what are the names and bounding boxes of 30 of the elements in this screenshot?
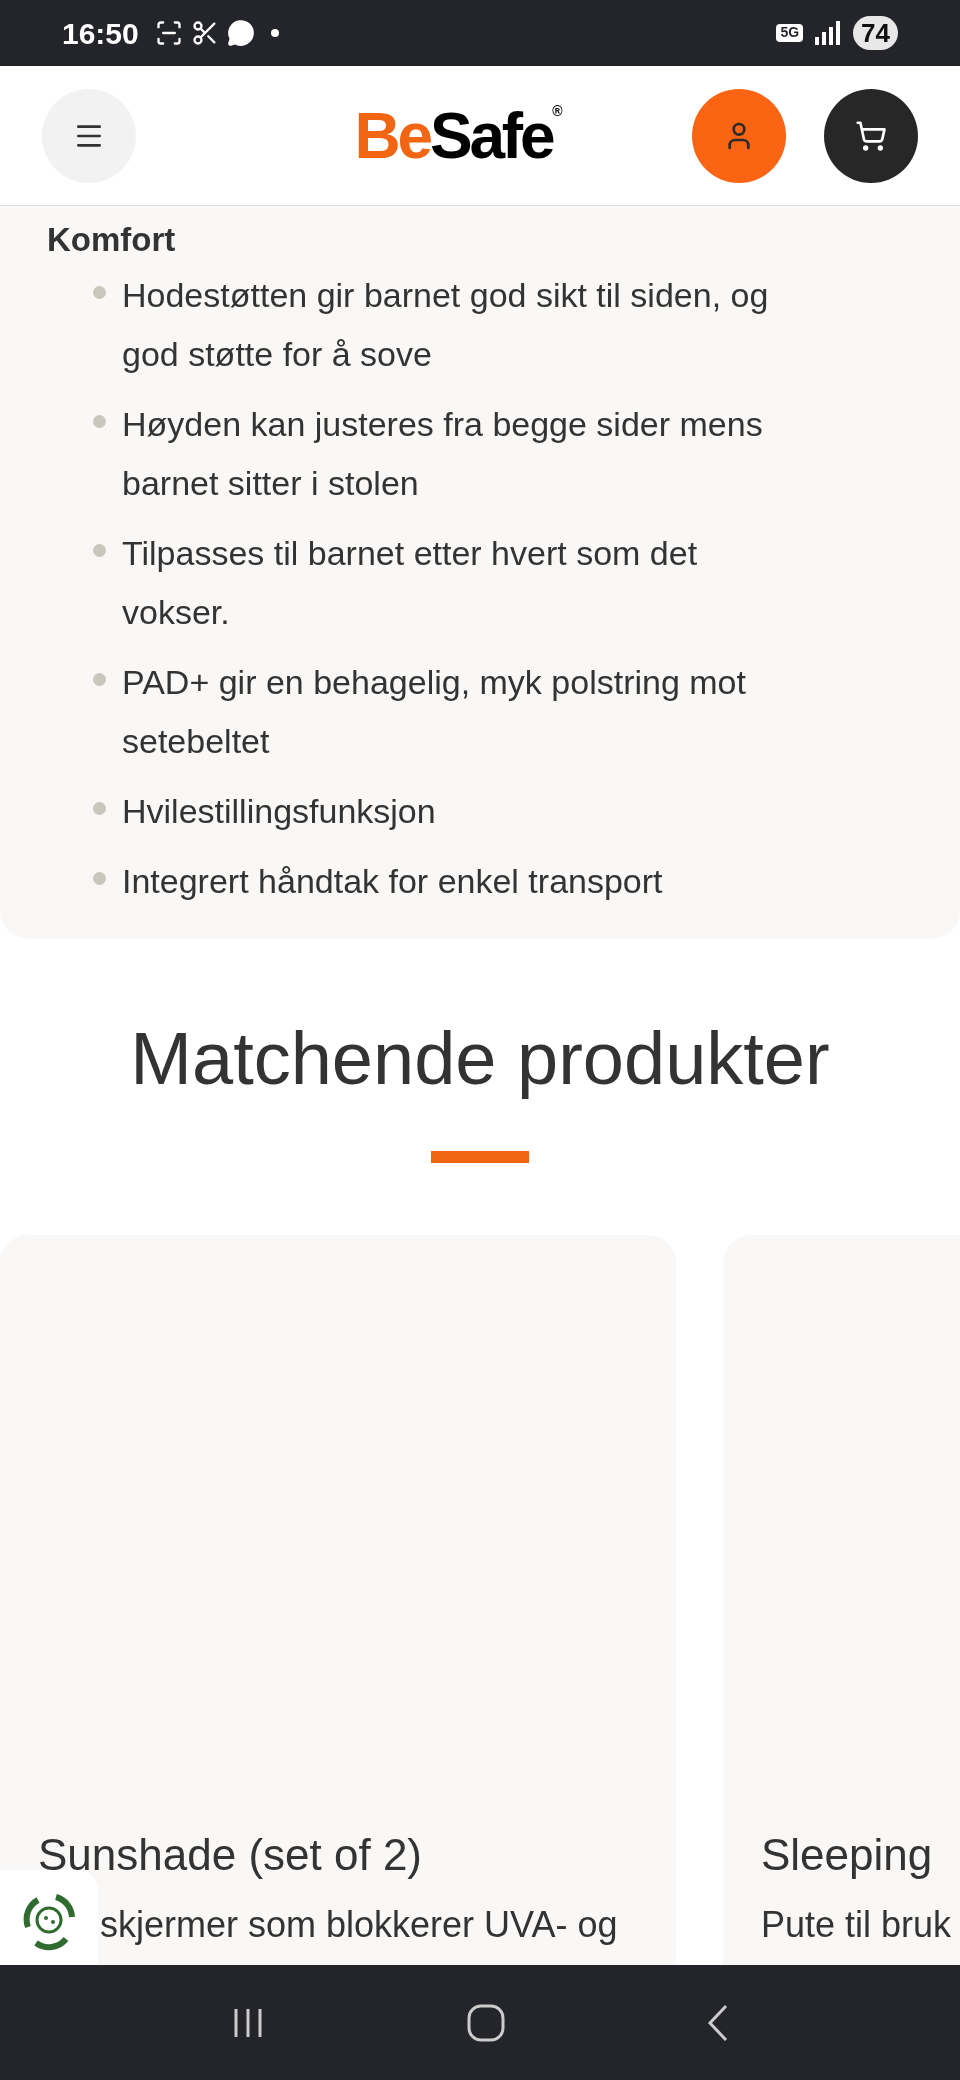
- feature-title: Komfort: [47, 220, 177, 260]
- chat-icon: [226, 19, 255, 47]
- bullet-icon: [93, 286, 106, 299]
- feature-item: Tilpasses til barnet etter hvert som det vokser.: [122, 533, 699, 633]
- product-description: Pute til bruk: [761, 1903, 953, 1947]
- home-icon[interactable]: [466, 2002, 506, 2043]
- bullet-icon: [93, 802, 106, 815]
- feature-item: PAD+ gir en behagelig, myk polstring mot setebeltet: [122, 662, 747, 762]
- battery-indicator: 74: [853, 16, 898, 50]
- logo: BeSafe®: [354, 103, 560, 168]
- product-card[interactable]: Sleeping Pute til bruk: [723, 1235, 960, 1965]
- bullet-icon: [93, 872, 106, 885]
- product-description: skjermer som blokkerer UVA- og: [100, 1903, 619, 1947]
- product-name: Sleeping: [761, 1829, 934, 1881]
- feature-item: Hvilestillingsfunksjon: [122, 791, 436, 832]
- status-time: 16:50: [62, 15, 139, 52]
- feature-item: Høyden kan justeres fra begge sider mens barnet sitter i stolen: [122, 404, 764, 504]
- bullet-icon: [93, 544, 106, 557]
- back-icon[interactable]: [706, 2002, 730, 2043]
- screenshot-icon: [154, 19, 183, 47]
- bullet-icon: [93, 673, 106, 686]
- cart-icon: [855, 119, 887, 152]
- feature-item: Integrert håndtak for enkel transport: [122, 861, 663, 902]
- section-heading: Matchende produkter: [129, 1016, 831, 1102]
- feature-item: Hodestøtten gir barnet god sikt til siden, og god støtte for å sove: [122, 275, 770, 375]
- bullet-icon: [93, 415, 106, 428]
- product-name: Sunshade (set of 2): [38, 1829, 423, 1881]
- signal-icon: [815, 21, 842, 45]
- network-label: 5G: [776, 24, 804, 42]
- product-card[interactable]: Sunshade (set of 2) skjermer som blokkerer UVA- og: [0, 1235, 676, 1965]
